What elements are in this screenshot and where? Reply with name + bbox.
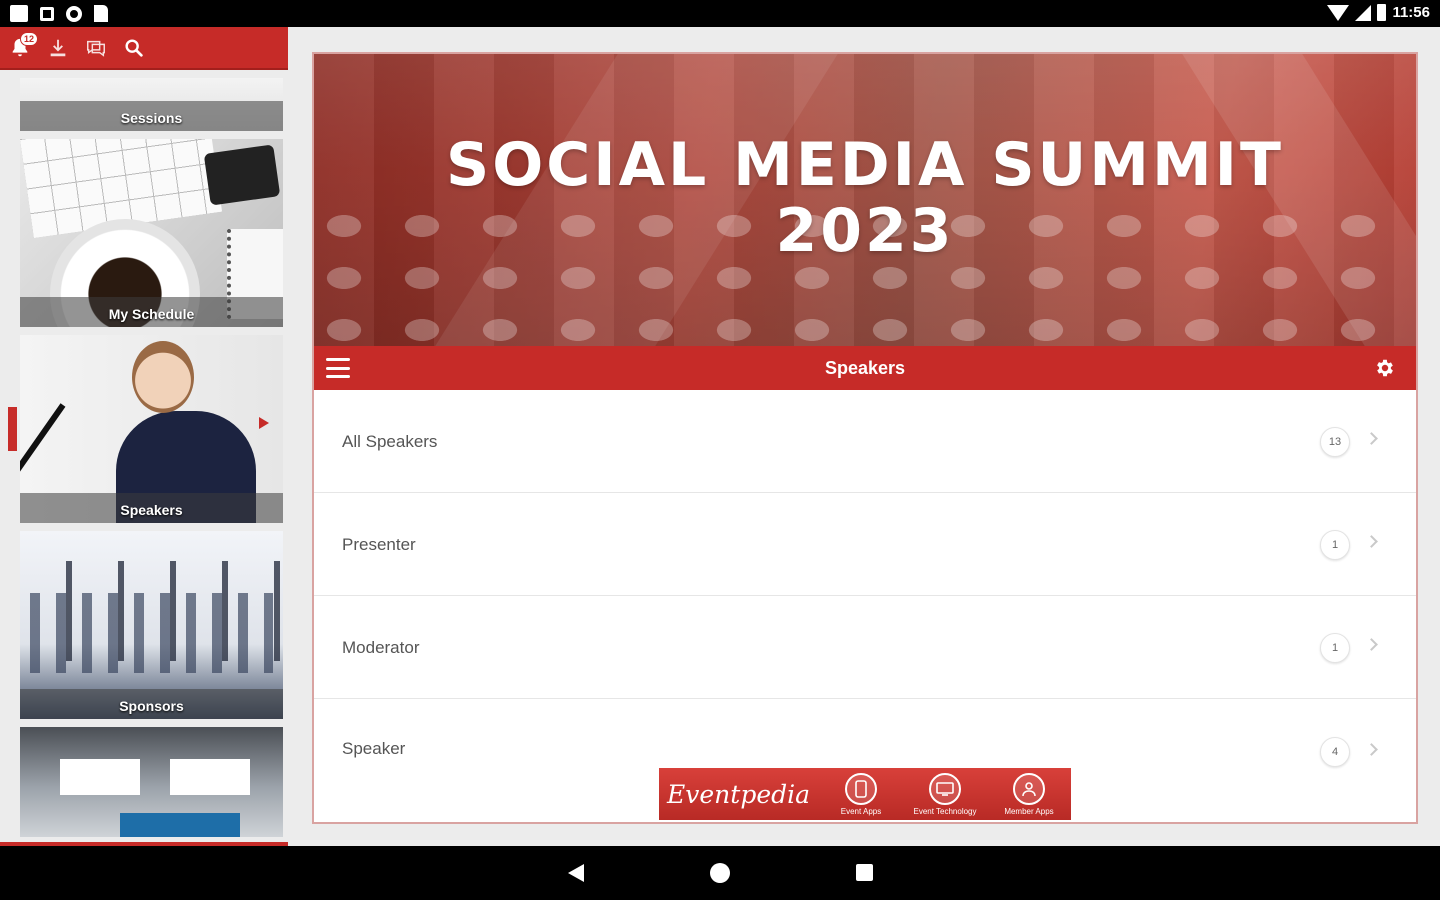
chevron-right-icon xyxy=(1365,743,1378,756)
notification-badge: 12 xyxy=(19,31,38,46)
phone-image xyxy=(203,144,281,206)
sidebar: 12 Sessions My Schedule Speakers Sponsor… xyxy=(0,27,288,846)
sidebar-tile-my-schedule[interactable]: My Schedule xyxy=(20,139,283,327)
count-badge: 1 xyxy=(1320,633,1350,663)
chevron-right-icon xyxy=(1365,432,1378,445)
monitor-icon xyxy=(929,772,961,805)
back-icon[interactable] xyxy=(568,864,584,882)
list-item[interactable]: Speaker 4 xyxy=(314,699,1416,779)
status-time: 11:56 xyxy=(1392,4,1430,21)
chat-icon xyxy=(87,40,105,57)
status-bar: 11:56 xyxy=(0,0,1440,27)
count-badge: 1 xyxy=(1320,530,1350,560)
tile-caption: My Schedule xyxy=(20,297,283,327)
list-item-label: Moderator xyxy=(342,638,420,657)
ad-brand: Eventpedia xyxy=(667,779,811,809)
list-item[interactable]: Moderator 1 xyxy=(314,596,1416,699)
sd-card-icon xyxy=(94,5,108,22)
search-button[interactable] xyxy=(122,36,146,60)
section-titlebar: Speakers xyxy=(314,346,1416,390)
signal-icon xyxy=(1355,4,1372,21)
chevron-right-icon xyxy=(1365,535,1378,548)
sidebar-tile-speakers[interactable]: Speakers xyxy=(20,335,283,523)
sidebar-tile-exhibitors[interactable] xyxy=(20,727,283,837)
recent-apps-icon[interactable] xyxy=(856,864,873,881)
phone-icon xyxy=(845,772,877,805)
user-icon xyxy=(1013,772,1045,805)
microphone-image xyxy=(20,403,66,497)
event-title-line1: SOCIAL MEDIA SUMMIT xyxy=(446,130,1284,200)
battery-icon xyxy=(1377,4,1387,21)
booth-image xyxy=(170,759,250,795)
section-title: Speakers xyxy=(824,358,906,378)
event-banner: SOCIAL MEDIA SUMMIT 2023 xyxy=(314,54,1416,346)
event-title: SOCIAL MEDIA SUMMIT 2023 xyxy=(314,132,1416,264)
ad-item-member-apps: Member Apps xyxy=(987,772,1071,816)
navigation-bar xyxy=(0,846,1440,900)
ad-item-label: Event Technology xyxy=(913,806,977,816)
booth-floor-image xyxy=(120,813,240,837)
active-tile-indicator xyxy=(8,407,17,451)
status-notifications xyxy=(10,5,108,22)
sync-icon xyxy=(66,5,82,22)
list-item-label: Speaker xyxy=(342,739,406,758)
count-badge: 13 xyxy=(1320,427,1350,457)
ad-item-event-technology: Event Technology xyxy=(903,772,987,816)
tile-caption: Sessions xyxy=(20,101,283,131)
gear-icon[interactable] xyxy=(1374,357,1396,379)
main-panel: SOCIAL MEDIA SUMMIT 2023 Speakers All Sp… xyxy=(312,52,1418,824)
download-icon xyxy=(50,39,66,56)
download-button[interactable] xyxy=(46,36,70,60)
list-item[interactable]: Presenter 1 xyxy=(314,493,1416,596)
ad-item-label: Event Apps xyxy=(840,806,882,816)
sidebar-toolbar: 12 xyxy=(0,27,288,70)
speaker-head-image xyxy=(132,341,194,413)
tile-caption: Speakers xyxy=(20,493,283,523)
ad-item-event-apps: Event Apps xyxy=(819,772,903,816)
play-arrow-icon xyxy=(259,417,269,429)
notification-icon xyxy=(10,5,28,22)
search-icon xyxy=(125,38,143,57)
list-item-label: Presenter xyxy=(342,535,416,554)
sidebar-tile-sponsors[interactable]: Sponsors xyxy=(20,531,283,719)
count-badge: 4 xyxy=(1320,737,1350,767)
list-item-label: All Speakers xyxy=(342,432,438,451)
business-people-image xyxy=(30,593,273,673)
notification-icon xyxy=(40,6,54,21)
ad-item-label: Member Apps xyxy=(1004,806,1054,816)
home-icon[interactable] xyxy=(710,863,730,883)
speaker-groups-list: All Speakers 13 Presenter 1 Moderator 1 … xyxy=(314,390,1416,779)
event-title-line2: 2023 xyxy=(775,196,955,266)
notifications-button[interactable]: 12 xyxy=(8,31,38,60)
status-system: 11:56 xyxy=(1327,4,1430,21)
eventpedia-ad-banner[interactable]: Eventpedia Event Apps Event Technology M… xyxy=(659,768,1071,820)
wifi-icon xyxy=(1327,4,1350,21)
messages-button[interactable] xyxy=(84,36,108,60)
booth-image xyxy=(60,759,140,795)
sidebar-tiles: Sessions My Schedule Speakers Sponsors xyxy=(20,78,283,845)
list-item[interactable]: All Speakers 13 xyxy=(314,390,1416,493)
chevron-right-icon xyxy=(1365,638,1378,651)
tile-caption: Sponsors xyxy=(20,689,283,719)
sidebar-tile-sessions[interactable]: Sessions xyxy=(20,78,283,131)
